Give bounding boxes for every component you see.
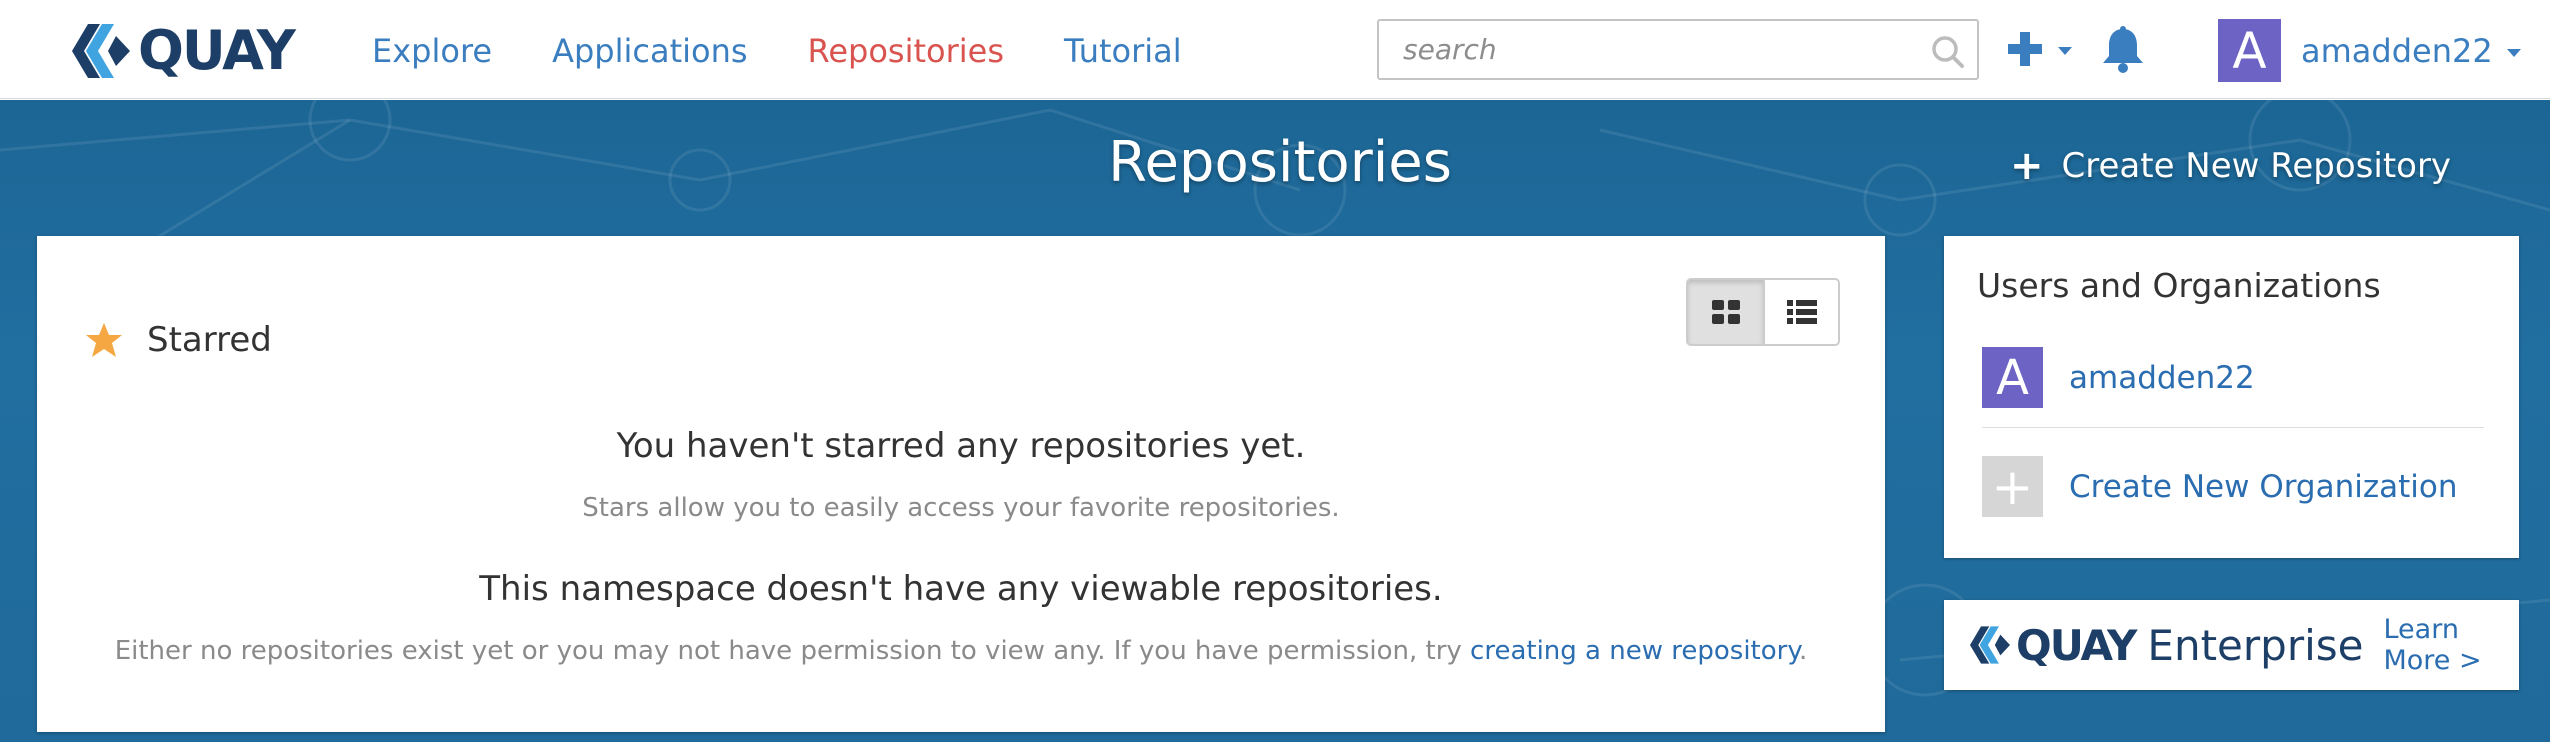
search-icon[interactable] <box>1931 35 1965 69</box>
repositories-panel: Starred You haven't starred any reposito… <box>37 236 1885 732</box>
starred-label: Starred <box>147 320 272 360</box>
grid-icon <box>1711 300 1740 324</box>
plus-icon: + <box>2010 143 2044 189</box>
list-icon <box>1786 300 1817 324</box>
namespace-empty-text-before: Either no repositories exist yet or you … <box>114 636 1471 666</box>
enterprise-brand: QUAY <box>2016 620 2137 670</box>
create-organization-label: Create New Organization <box>2069 468 2458 505</box>
plus-icon: + <box>1982 456 2043 517</box>
nav-repositories[interactable]: Repositories <box>808 28 1004 74</box>
quay-logo[interactable]: QUAY <box>70 19 296 82</box>
list-view-button[interactable] <box>1763 280 1838 344</box>
nav-explore[interactable]: Explore <box>372 28 492 74</box>
org-item-amadden22[interactable]: A amadden22 <box>1982 347 2255 408</box>
org-item-label: amadden22 <box>2069 359 2255 396</box>
quay-logo-icon <box>1970 626 2010 664</box>
create-repository-label: Create New Repository <box>2061 146 2452 186</box>
search-input[interactable] <box>1403 21 1923 78</box>
namespace-empty-text: Either no repositories exist yet or you … <box>37 636 1885 666</box>
learn-more-link[interactable]: Learn More > <box>2383 614 2519 676</box>
main-nav: Explore Applications Repositories Tutori… <box>372 28 1242 74</box>
namespace-empty-text-row: Either no repositories exist yet or you … <box>37 636 1885 666</box>
starred-empty-state: You haven't starred any repositories yet… <box>37 426 1885 466</box>
starred-empty-text: Stars allow you to easily access your fa… <box>582 493 1340 523</box>
notifications-button[interactable] <box>2100 26 2146 78</box>
starred-empty-title: You haven't starred any repositories yet… <box>616 426 1306 466</box>
create-repository-link[interactable]: creating a new repository <box>1470 636 1799 666</box>
nav-applications[interactable]: Applications <box>552 28 747 74</box>
avatar: A <box>1982 347 2043 408</box>
chevron-down-icon <box>2506 48 2521 57</box>
divider <box>1982 427 2484 428</box>
page-title: Repositories <box>1108 130 1452 195</box>
star-icon <box>86 323 122 357</box>
quay-enterprise-banner[interactable]: QUAY Enterprise Learn More > <box>1944 600 2519 690</box>
plus-icon <box>2008 32 2042 66</box>
quay-logo-icon <box>72 24 130 78</box>
users-orgs-title: Users and Organizations <box>1977 266 2381 305</box>
brand-name: QUAY <box>138 19 296 82</box>
bell-icon <box>2103 26 2143 73</box>
create-organization-button[interactable]: + Create New Organization <box>1982 456 2458 517</box>
namespace-empty-title: This namespace doesn't have any viewable… <box>479 569 1443 609</box>
namespace-empty-state: This namespace doesn't have any viewable… <box>37 569 1885 609</box>
starred-header: Starred <box>85 320 272 360</box>
user-menu[interactable]: A amadden22 <box>2218 19 2521 82</box>
starred-empty-text-row: Stars allow you to easily access your fa… <box>37 493 1885 523</box>
avatar: A <box>2218 19 2281 82</box>
chevron-down-icon <box>2058 47 2072 55</box>
nav-tutorial[interactable]: Tutorial <box>1064 28 1182 74</box>
users-orgs-panel: Users and Organizations A amadden22 + Cr… <box>1944 236 2519 558</box>
username-label: amadden22 <box>2301 31 2493 70</box>
create-repository-button[interactable]: + Create New Repository <box>2010 143 2451 189</box>
grid-view-button[interactable] <box>1688 280 1763 344</box>
enterprise-word: Enterprise <box>2147 620 2364 670</box>
top-navbar: QUAY Explore Applications Repositories T… <box>0 0 2550 99</box>
create-menu-button[interactable] <box>2006 30 2072 68</box>
search-box <box>1377 19 1979 80</box>
namespace-empty-text-after: . <box>1799 636 1808 666</box>
view-toggle <box>1686 278 1840 346</box>
quay-enterprise-logo: QUAY Enterprise <box>1968 621 2363 670</box>
